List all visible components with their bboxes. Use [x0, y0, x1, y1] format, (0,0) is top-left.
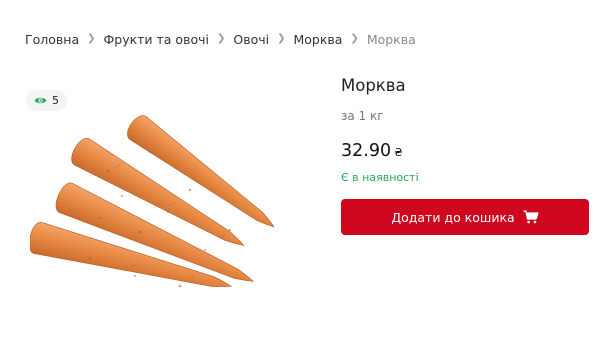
stock-status: Є в наявності — [341, 171, 419, 184]
views-count: 5 — [52, 94, 59, 107]
breadcrumb-item-carrot-category[interactable]: Морква — [293, 32, 342, 47]
chevron-right-icon: ❯ — [350, 33, 359, 44]
breadcrumb-item-vegetables[interactable]: Овочі — [233, 32, 269, 47]
product-price: 32.90 ₴ — [341, 141, 403, 161]
add-to-cart-label: Додати до кошика — [391, 209, 515, 225]
chevron-right-icon: ❯ — [277, 33, 286, 44]
breadcrumb-item-current: Морква — [366, 32, 416, 47]
breadcrumb-item-home[interactable]: Головна — [25, 32, 79, 47]
product-title: Морква — [341, 76, 406, 95]
currency-symbol: ₴ — [394, 146, 403, 159]
product-unit: за 1 кг — [341, 109, 384, 123]
add-to-cart-button[interactable]: Додати до кошика — [341, 199, 589, 235]
breadcrumb: Головна ❯ Фрукти та овочі ❯ Овочі ❯ Морк… — [25, 32, 416, 47]
breadcrumb-item-fruits-vegetables[interactable]: Фрукти та овочі — [104, 32, 209, 47]
chevron-right-icon: ❯ — [216, 33, 226, 44]
carrots-image — [28, 115, 275, 288]
chevron-right-icon: ❯ — [87, 33, 96, 44]
eye-icon — [34, 96, 47, 105]
shopping-cart-icon — [523, 210, 539, 224]
price-value: 32.90 — [341, 141, 392, 161]
product-image[interactable] — [28, 108, 308, 310]
